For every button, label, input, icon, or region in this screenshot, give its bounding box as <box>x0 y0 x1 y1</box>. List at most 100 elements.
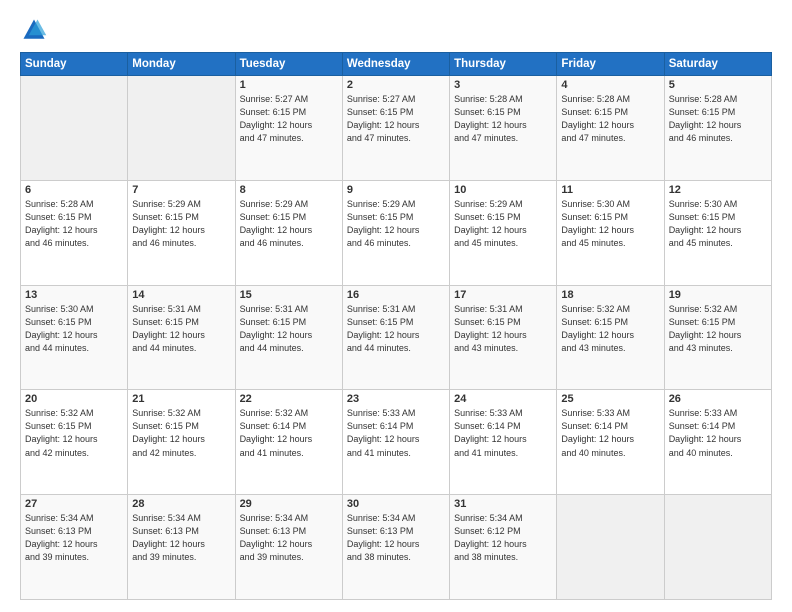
day-cell: 15Sunrise: 5:31 AMSunset: 6:15 PMDayligh… <box>235 285 342 390</box>
calendar-body: 1 Sunrise: 5:27 AMSunset: 6:15 PMDaylight… <box>21 76 772 600</box>
day-number: 27 <box>25 498 123 510</box>
day-cell: 19 Sunrise: 5:32 AMSunset: 6:15 PMDayligh… <box>664 285 771 390</box>
day-number: 14 <box>132 289 230 301</box>
day-cell: 25 Sunrise: 5:33 AMSunset: 6:14 PMDayligh… <box>557 390 664 495</box>
day-info: Sunrise: 5:27 AMSunset: 6:15 PMDaylight:… <box>347 93 445 145</box>
day-info: Sunrise: 5:33 AMSunset: 6:14 PMDaylight:… <box>454 407 552 459</box>
day-number: 8 <box>240 184 338 196</box>
day-cell: 12 Sunrise: 5:30 AMSunset: 6:15 PMDayligh… <box>664 180 771 285</box>
week-row-5: 27 Sunrise: 5:34 AMSunset: 6:13 PMDayligh… <box>21 495 772 600</box>
day-info: Sunrise: 5:32 AMSunset: 6:15 PMDaylight:… <box>669 303 767 355</box>
day-cell <box>557 495 664 600</box>
day-cell: 3 Sunrise: 5:28 AMSunset: 6:15 PMDaylight… <box>450 76 557 181</box>
day-cell: 24 Sunrise: 5:33 AMSunset: 6:14 PMDayligh… <box>450 390 557 495</box>
logo <box>20 16 52 44</box>
day-number: 25 <box>561 393 659 405</box>
day-number: 26 <box>669 393 767 405</box>
logo-icon <box>20 16 48 44</box>
day-number: 16 <box>347 289 445 301</box>
day-header-tuesday: Tuesday <box>235 53 342 76</box>
day-cell: 22 Sunrise: 5:32 AMSunset: 6:14 PMDayligh… <box>235 390 342 495</box>
day-info: Sunrise: 5:31 AMSunset: 6:15 PMDaylight:… <box>240 303 338 355</box>
day-number: 30 <box>347 498 445 510</box>
day-header-wednesday: Wednesday <box>342 53 449 76</box>
day-info: Sunrise: 5:31 AMSunset: 6:15 PMDaylight:… <box>132 303 230 355</box>
day-number: 19 <box>669 289 767 301</box>
day-number: 21 <box>132 393 230 405</box>
days-of-week-row: SundayMondayTuesdayWednesdayThursdayFrid… <box>21 53 772 76</box>
day-header-monday: Monday <box>128 53 235 76</box>
day-info: Sunrise: 5:29 AMSunset: 6:15 PMDaylight:… <box>240 198 338 250</box>
day-cell: 1 Sunrise: 5:27 AMSunset: 6:15 PMDaylight… <box>235 76 342 181</box>
day-number: 9 <box>347 184 445 196</box>
day-cell: 18 Sunrise: 5:32 AMSunset: 6:15 PMDayligh… <box>557 285 664 390</box>
day-number: 1 <box>240 79 338 91</box>
day-cell: 2Sunrise: 5:27 AMSunset: 6:15 PMDaylight… <box>342 76 449 181</box>
day-number: 24 <box>454 393 552 405</box>
day-cell: 31Sunrise: 5:34 AMSunset: 6:12 PMDayligh… <box>450 495 557 600</box>
day-info: Sunrise: 5:34 AMSunset: 6:13 PMDaylight:… <box>25 512 123 564</box>
day-cell: 14 Sunrise: 5:31 AMSunset: 6:15 PMDayligh… <box>128 285 235 390</box>
day-number: 18 <box>561 289 659 301</box>
day-number: 3 <box>454 79 552 91</box>
day-info: Sunrise: 5:29 AMSunset: 6:15 PMDaylight:… <box>454 198 552 250</box>
day-number: 13 <box>25 289 123 301</box>
day-number: 23 <box>347 393 445 405</box>
day-info: Sunrise: 5:28 AMSunset: 6:15 PMDaylight:… <box>25 198 123 250</box>
day-cell: 21Sunrise: 5:32 AMSunset: 6:15 PMDayligh… <box>128 390 235 495</box>
day-number: 11 <box>561 184 659 196</box>
day-cell <box>664 495 771 600</box>
page: SundayMondayTuesdayWednesdayThursdayFrid… <box>0 0 792 612</box>
day-cell: 29 Sunrise: 5:34 AMSunset: 6:13 PMDayligh… <box>235 495 342 600</box>
day-header-friday: Friday <box>557 53 664 76</box>
day-cell: 17 Sunrise: 5:31 AMSunset: 6:15 PMDayligh… <box>450 285 557 390</box>
day-info: Sunrise: 5:31 AMSunset: 6:15 PMDaylight:… <box>347 303 445 355</box>
header <box>20 16 772 44</box>
day-info: Sunrise: 5:28 AMSunset: 6:15 PMDaylight:… <box>561 93 659 145</box>
day-cell: 13 Sunrise: 5:30 AMSunset: 6:15 PMDayligh… <box>21 285 128 390</box>
day-info: Sunrise: 5:28 AMSunset: 6:15 PMDaylight:… <box>454 93 552 145</box>
day-info: Sunrise: 5:34 AMSunset: 6:13 PMDaylight:… <box>240 512 338 564</box>
day-number: 10 <box>454 184 552 196</box>
day-info: Sunrise: 5:33 AMSunset: 6:14 PMDaylight:… <box>561 407 659 459</box>
day-number: 22 <box>240 393 338 405</box>
day-info: Sunrise: 5:30 AMSunset: 6:15 PMDaylight:… <box>669 198 767 250</box>
day-number: 29 <box>240 498 338 510</box>
day-cell: 11 Sunrise: 5:30 AMSunset: 6:15 PMDayligh… <box>557 180 664 285</box>
day-info: Sunrise: 5:29 AMSunset: 6:15 PMDaylight:… <box>132 198 230 250</box>
day-info: Sunrise: 5:29 AMSunset: 6:15 PMDaylight:… <box>347 198 445 250</box>
day-number: 17 <box>454 289 552 301</box>
calendar: SundayMondayTuesdayWednesdayThursdayFrid… <box>20 52 772 600</box>
day-info: Sunrise: 5:32 AMSunset: 6:14 PMDaylight:… <box>240 407 338 459</box>
day-cell: 8 Sunrise: 5:29 AMSunset: 6:15 PMDaylight… <box>235 180 342 285</box>
day-cell: 7 Sunrise: 5:29 AMSunset: 6:15 PMDaylight… <box>128 180 235 285</box>
day-cell <box>21 76 128 181</box>
day-info: Sunrise: 5:30 AMSunset: 6:15 PMDaylight:… <box>561 198 659 250</box>
day-number: 7 <box>132 184 230 196</box>
day-header-saturday: Saturday <box>664 53 771 76</box>
day-number: 28 <box>132 498 230 510</box>
day-info: Sunrise: 5:33 AMSunset: 6:14 PMDaylight:… <box>347 407 445 459</box>
day-cell: 9 Sunrise: 5:29 AMSunset: 6:15 PMDaylight… <box>342 180 449 285</box>
day-cell: 4 Sunrise: 5:28 AMSunset: 6:15 PMDaylight… <box>557 76 664 181</box>
day-info: Sunrise: 5:27 AMSunset: 6:15 PMDaylight:… <box>240 93 338 145</box>
day-cell: 26Sunrise: 5:33 AMSunset: 6:14 PMDayligh… <box>664 390 771 495</box>
week-row-4: 20Sunrise: 5:32 AMSunset: 6:15 PMDayligh… <box>21 390 772 495</box>
day-number: 5 <box>669 79 767 91</box>
day-cell: 16 Sunrise: 5:31 AMSunset: 6:15 PMDayligh… <box>342 285 449 390</box>
day-info: Sunrise: 5:34 AMSunset: 6:13 PMDaylight:… <box>132 512 230 564</box>
day-number: 4 <box>561 79 659 91</box>
day-number: 6 <box>25 184 123 196</box>
day-info: Sunrise: 5:34 AMSunset: 6:13 PMDaylight:… <box>347 512 445 564</box>
calendar-header: SundayMondayTuesdayWednesdayThursdayFrid… <box>21 53 772 76</box>
day-cell: 30 Sunrise: 5:34 AMSunset: 6:13 PMDayligh… <box>342 495 449 600</box>
day-info: Sunrise: 5:31 AMSunset: 6:15 PMDaylight:… <box>454 303 552 355</box>
day-number: 12 <box>669 184 767 196</box>
week-row-3: 13 Sunrise: 5:30 AMSunset: 6:15 PMDayligh… <box>21 285 772 390</box>
day-cell <box>128 76 235 181</box>
day-info: Sunrise: 5:30 AMSunset: 6:15 PMDaylight:… <box>25 303 123 355</box>
day-number: 20 <box>25 393 123 405</box>
day-header-sunday: Sunday <box>21 53 128 76</box>
day-info: Sunrise: 5:32 AMSunset: 6:15 PMDaylight:… <box>561 303 659 355</box>
day-cell: 28 Sunrise: 5:34 AMSunset: 6:13 PMDayligh… <box>128 495 235 600</box>
